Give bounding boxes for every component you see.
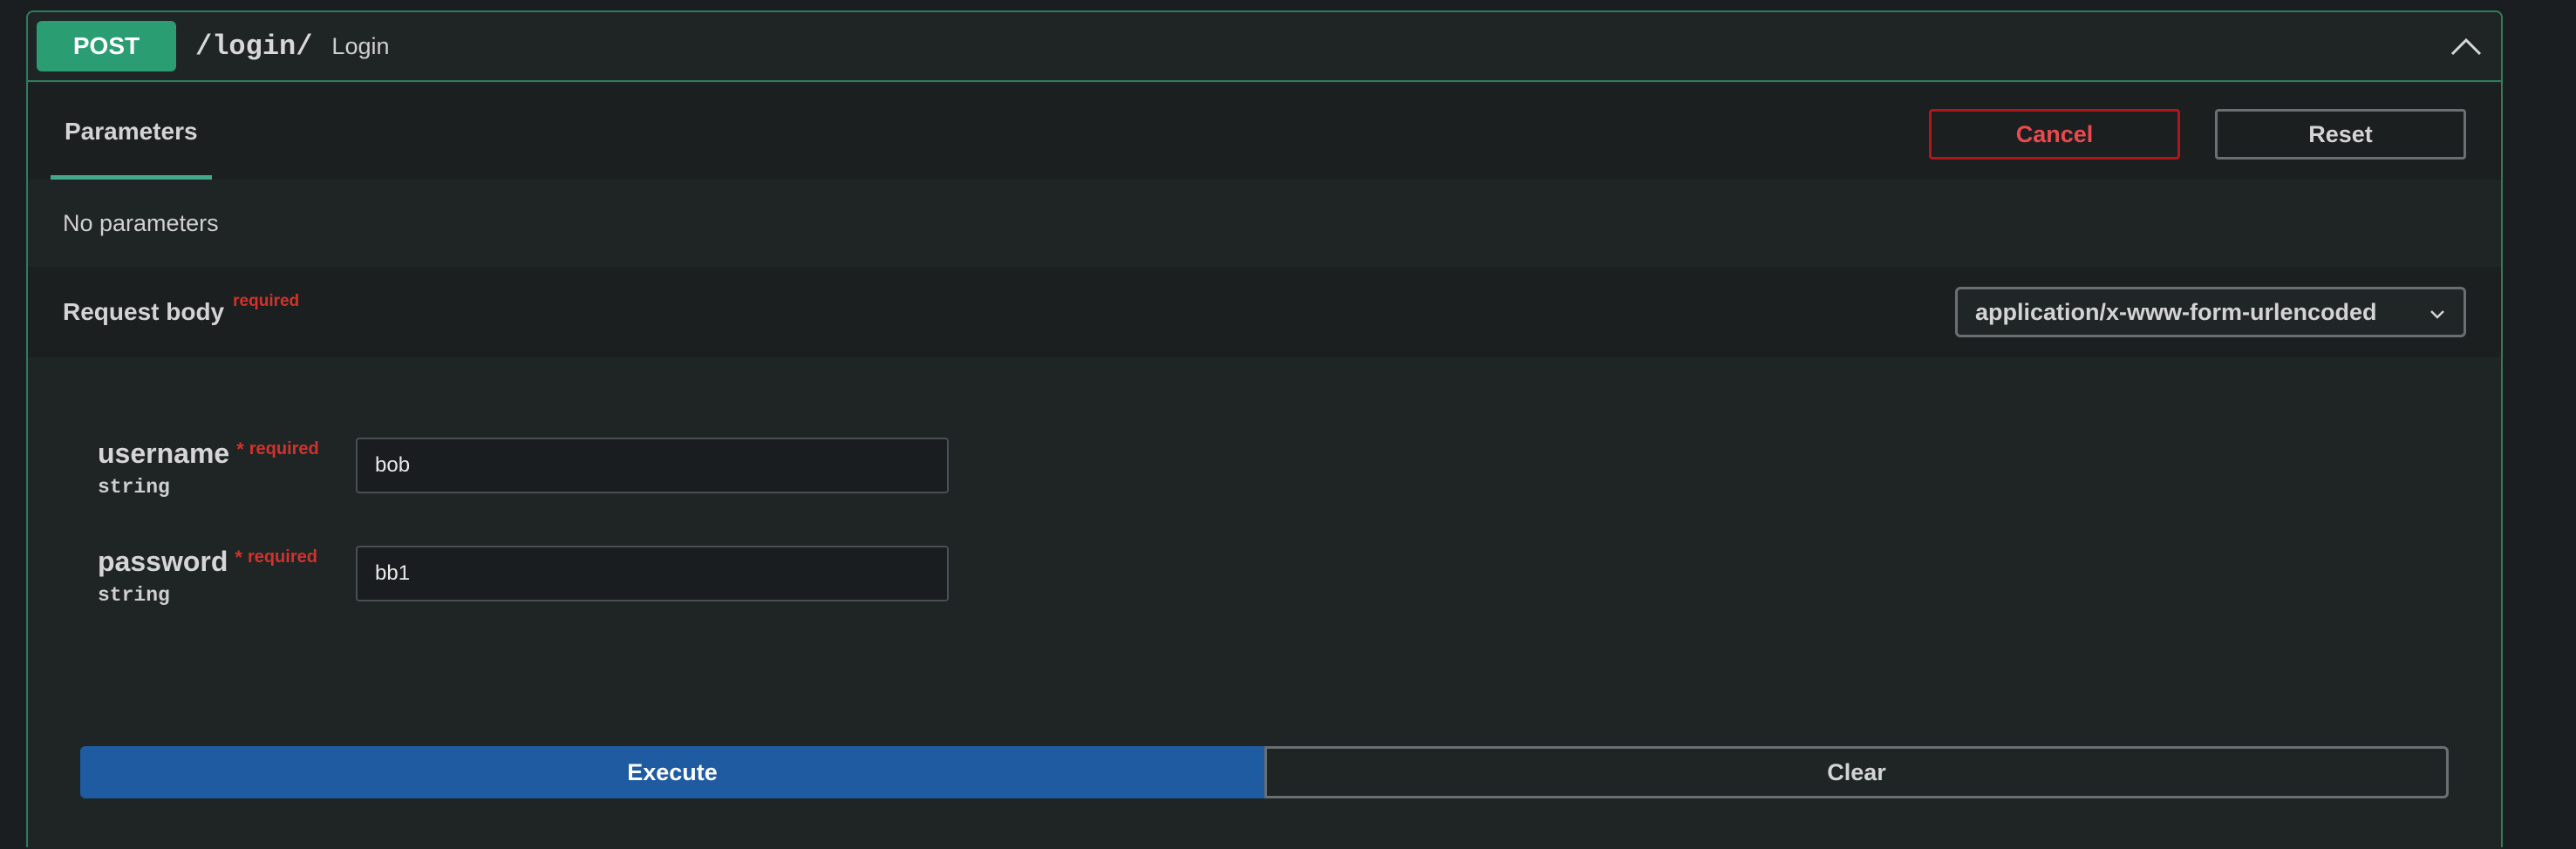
required-marker: required <box>249 439 319 458</box>
required-marker: required <box>233 292 300 310</box>
field-name-text: username <box>98 438 230 469</box>
password-input[interactable] <box>356 546 949 601</box>
request-body-title: Request body <box>63 298 225 325</box>
request-body-label: Request body required <box>63 267 299 357</box>
reset-button[interactable]: Reset <box>2215 109 2466 160</box>
operation-summary[interactable]: POST /login/ Login <box>28 12 2501 82</box>
field-name-text: password <box>98 546 228 577</box>
username-input[interactable] <box>356 438 949 493</box>
field-label-password: password * required <box>98 546 317 578</box>
field-label-username: username * required <box>98 438 319 470</box>
required-marker: required <box>247 547 317 567</box>
content-type-value: application/x-www-form-urlencoded <box>1975 298 2377 325</box>
chevron-down-icon <box>2430 310 2444 319</box>
clear-button[interactable]: Clear <box>1264 746 2449 798</box>
request-body-header: Request body required application/x-www-… <box>28 267 2501 357</box>
no-parameters-text: No parameters <box>28 180 2501 267</box>
operation-block: POST /login/ Login Parameters Cancel Res… <box>26 10 2503 849</box>
execute-button[interactable]: Execute <box>80 746 1264 798</box>
field-type-password: string <box>98 584 170 607</box>
chevron-up-icon[interactable] <box>2449 30 2484 65</box>
parameters-header: Parameters Cancel Reset <box>28 84 2501 180</box>
required-star: * <box>236 438 244 460</box>
endpoint-description: Login <box>331 32 390 59</box>
content-type-select[interactable]: application/x-www-form-urlencoded <box>1955 287 2466 337</box>
execute-actions: Execute Clear <box>80 746 2449 798</box>
tab-parameters[interactable]: Parameters <box>51 84 212 180</box>
required-star: * <box>235 547 242 568</box>
cancel-button[interactable]: Cancel <box>1929 109 2180 160</box>
field-type-username: string <box>98 476 170 499</box>
method-badge: POST <box>37 21 176 71</box>
endpoint-path: /login/ <box>195 30 313 63</box>
